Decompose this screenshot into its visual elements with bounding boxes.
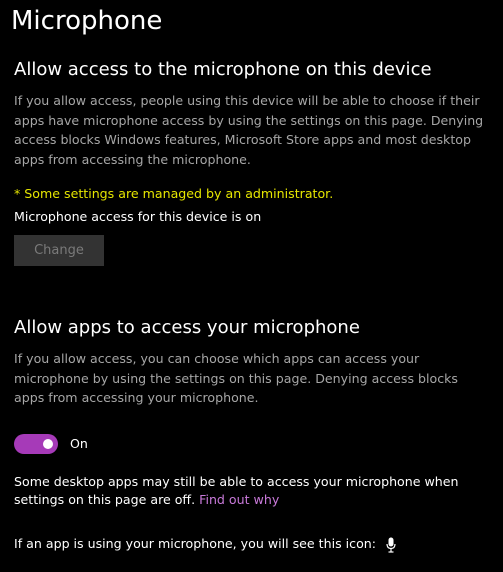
device-section-description: If you allow access, people using this d…	[14, 93, 484, 167]
change-button[interactable]: Change	[14, 235, 104, 266]
icon-note: If an app is using your microphone, you …	[14, 535, 396, 553]
apps-access-toggle[interactable]	[14, 434, 58, 454]
desktop-apps-note: Some desktop apps may still be able to a…	[14, 473, 494, 509]
find-out-why-link[interactable]: Find out why	[199, 492, 279, 507]
admin-note: * Some settings are managed by an admini…	[14, 186, 334, 201]
apps-section-description: If you allow access, you can choose whic…	[14, 351, 458, 405]
device-section-title: Allow access to the microphone on this d…	[14, 59, 432, 80]
device-access-status: Microphone access for this device is on	[14, 209, 262, 224]
toggle-state-label: On	[70, 436, 88, 451]
toggle-knob	[43, 439, 53, 449]
apps-section-title: Allow apps to access your microphone	[14, 317, 360, 338]
page-title: Microphone	[11, 6, 163, 36]
icon-note-text: If an app is using your microphone, you …	[14, 536, 377, 551]
microphone-icon	[386, 537, 396, 553]
